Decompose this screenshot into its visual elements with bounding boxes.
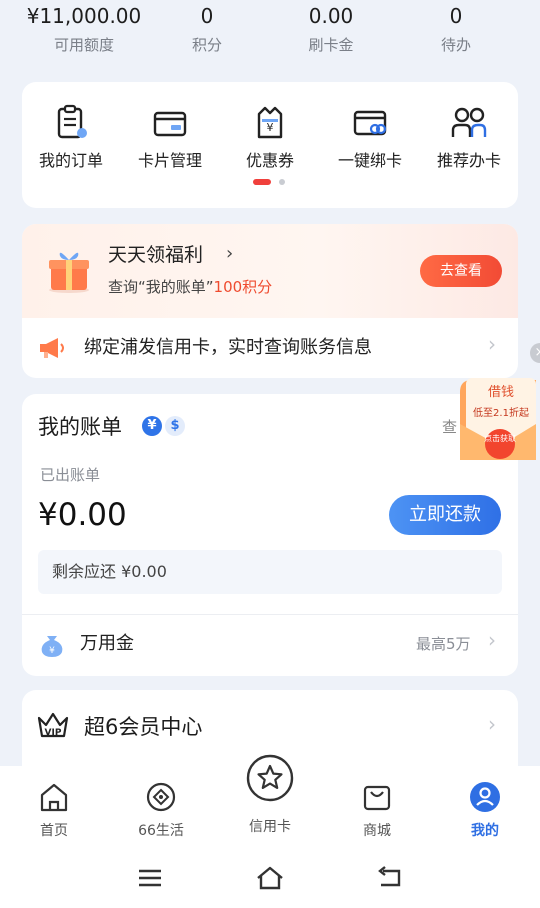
welfare-title: 天天领福利 xyxy=(108,244,204,266)
issued-bill-label: 已出账单 xyxy=(40,466,101,484)
tab-label: 商城 xyxy=(363,823,391,839)
quick-item-recommend-card[interactable]: 推荐办卡 xyxy=(421,100,517,172)
loan-promo-widget[interactable]: 借钱 低至2.1折起 点击获取 xyxy=(456,374,540,466)
wanyongjin-label[interactable]: 万用金 xyxy=(80,630,134,658)
account-stats: ¥11,000.00 可用额度 0 积分 0.00 刷卡金 0 待办 xyxy=(0,0,540,70)
tab-home[interactable]: 首页 xyxy=(4,780,104,840)
chevron-right-icon[interactable]: › xyxy=(488,628,496,652)
wanyongjin-max: 最高5万 xyxy=(416,635,471,653)
quick-item-label: 我的订单 xyxy=(38,151,103,170)
welfare-subtitle: 查询“我的账单”100积分 xyxy=(108,275,272,299)
stat-label: 待办 xyxy=(440,36,471,54)
system-nav-bar xyxy=(0,850,540,908)
stat-value: ¥11,000.00 xyxy=(26,4,142,28)
quick-item-bind-card[interactable]: 一键绑卡 xyxy=(322,100,418,172)
page-dot xyxy=(279,179,285,185)
shop-icon xyxy=(363,785,391,811)
stat-available-credit[interactable]: ¥11,000.00 可用额度 xyxy=(24,0,144,57)
stat-value: 0 xyxy=(449,4,463,28)
coupon-icon: ¥ xyxy=(257,106,283,139)
quick-item-label: 卡片管理 xyxy=(137,151,202,170)
vip-center-label: 超6会员中心 xyxy=(84,715,203,739)
svg-text:¥: ¥ xyxy=(267,121,274,134)
system-home-icon[interactable] xyxy=(255,863,285,893)
stat-label: 刷卡金 xyxy=(308,36,354,54)
stat-label: 可用额度 xyxy=(53,36,114,54)
bind-card-icon xyxy=(353,110,387,136)
tab-mall[interactable]: 商城 xyxy=(327,780,427,840)
stat-value: 0.00 xyxy=(308,4,354,28)
tab-label: 信用卡 xyxy=(249,819,291,835)
welfare-subtitle-text: 查询“我的账单” xyxy=(108,278,214,296)
life-icon xyxy=(146,782,176,812)
quick-item-label: 一键绑卡 xyxy=(337,151,402,170)
money-bag-icon: ¥ xyxy=(41,636,63,657)
notice-text: 绑定浦发信用卡，实时查询账务信息 xyxy=(84,337,372,358)
quick-item-my-orders[interactable]: 我的订单 xyxy=(23,100,119,172)
recommend-icon xyxy=(451,107,487,137)
welfare-banner[interactable]: 天天领福利 › 查询“我的账单”100积分 去查看 xyxy=(22,224,518,318)
quick-item-label: 优惠券 xyxy=(245,151,294,170)
card-icon xyxy=(153,111,187,137)
megaphone-icon xyxy=(40,338,64,358)
welfare-points: 100积分 xyxy=(213,278,273,296)
stat-card-cash[interactable]: 0.00 刷卡金 xyxy=(271,0,391,57)
currency-cny-toggle[interactable]: ¥ xyxy=(142,416,162,436)
tab-66-life[interactable]: 66生活 xyxy=(111,780,211,840)
repay-now-button[interactable]: 立即还款 xyxy=(389,495,501,535)
stat-points[interactable]: 0 积分 xyxy=(147,0,267,57)
view-welfare-button[interactable]: 去查看 xyxy=(420,255,502,287)
page-dot-active xyxy=(253,179,271,185)
bill-title: 我的账单 xyxy=(38,415,122,439)
vip-icon-text: VIP xyxy=(45,728,62,738)
chevron-right-icon: › xyxy=(226,243,234,264)
chevron-right-icon: › xyxy=(488,712,496,736)
back-icon[interactable] xyxy=(375,863,405,893)
bill-card: 我的账单 ¥ $ 查 已出账单 ¥0.00 立即还款 剩余应还 ¥0.00 ¥ … xyxy=(22,394,518,676)
check-bill-link[interactable]: 查 xyxy=(442,416,457,437)
home-icon xyxy=(40,783,68,812)
quick-menu: 我的订单 卡片管理 ¥ 优惠券 一键绑卡 推荐办卡 xyxy=(22,82,518,208)
promo-subtitle: 低至2.1折起 xyxy=(473,406,529,419)
quick-item-label: 推荐办卡 xyxy=(436,151,501,170)
promo-button-text: 点击获取 xyxy=(484,433,516,443)
tab-credit-card[interactable] xyxy=(246,754,294,802)
promo-title: 借钱 xyxy=(488,385,514,400)
divider xyxy=(22,614,518,615)
vip-crown-icon: VIP xyxy=(37,712,69,738)
quick-item-card-management[interactable]: 卡片管理 xyxy=(122,100,218,172)
remaining-due: 剩余应还 ¥0.00 xyxy=(38,550,502,594)
quick-item-coupons[interactable]: ¥ 优惠券 xyxy=(222,100,318,172)
close-promo-button[interactable]: × xyxy=(530,343,540,363)
tab-label: 首页 xyxy=(40,823,68,839)
profile-icon xyxy=(470,782,500,812)
tab-label: 66生活 xyxy=(138,823,184,839)
stat-value: 0 xyxy=(200,4,214,28)
svg-text:¥: ¥ xyxy=(49,646,55,656)
welfare-card: 天天领福利 › 查询“我的账单”100积分 去查看 绑定浦发信用卡，实时查询账务… xyxy=(22,224,518,378)
currency-usd-toggle[interactable]: $ xyxy=(165,416,185,436)
order-icon xyxy=(57,104,87,139)
tab-mine[interactable]: 我的 xyxy=(435,780,535,840)
bind-card-notice[interactable]: 绑定浦发信用卡，实时查询账务信息 › xyxy=(22,318,518,378)
remaining-due-text: 剩余应还 ¥0.00 xyxy=(52,562,167,581)
gift-icon xyxy=(49,252,89,293)
stat-label: 积分 xyxy=(191,36,222,54)
bill-amount: ¥0.00 xyxy=(38,497,127,533)
chevron-right-icon: › xyxy=(488,332,496,356)
stat-todo[interactable]: 0 待办 xyxy=(396,0,516,57)
menu-icon[interactable] xyxy=(135,863,165,893)
tab-label: 我的 xyxy=(471,823,499,839)
